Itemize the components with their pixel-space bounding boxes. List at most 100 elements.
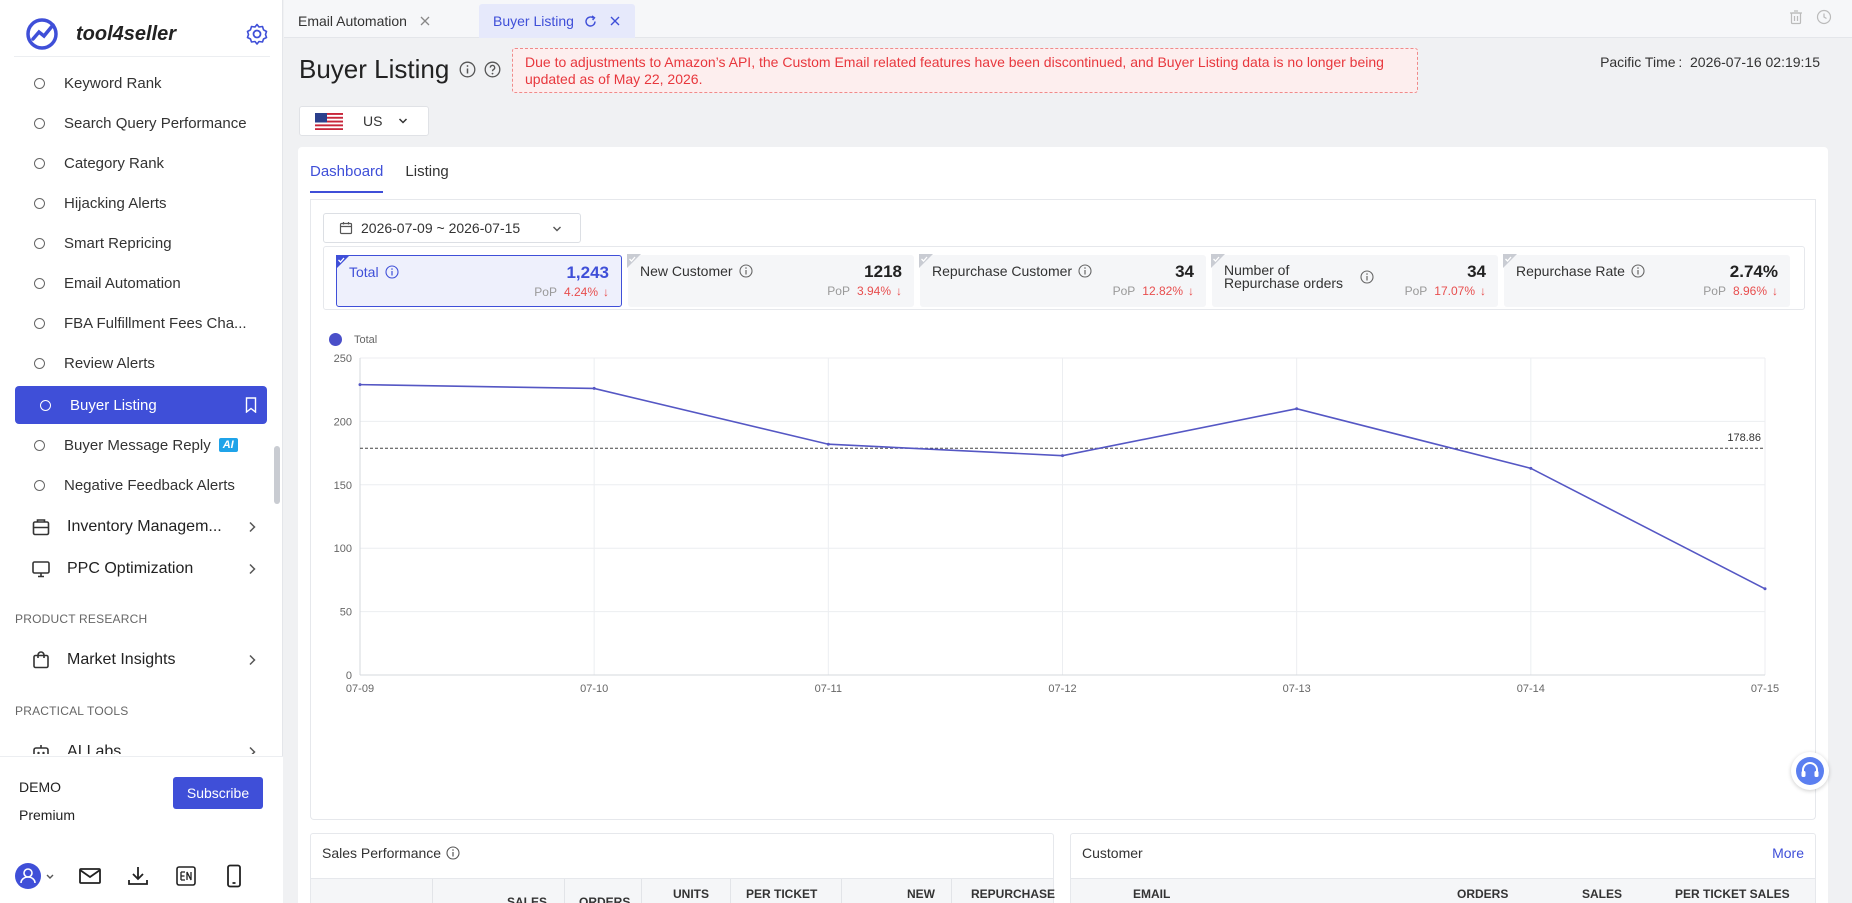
sidebar-item-keyword-rank[interactable]: Keyword Rank bbox=[15, 64, 267, 102]
sales-table-header: SALES ORDERS UNITS PER TICKET NEW REPURC… bbox=[311, 878, 1055, 903]
monitor-icon bbox=[32, 561, 50, 578]
close-icon[interactable] bbox=[609, 15, 621, 27]
gear-icon[interactable] bbox=[245, 22, 269, 46]
account-plan: Premium bbox=[19, 807, 76, 823]
country-select[interactable]: US bbox=[299, 106, 429, 136]
support-button[interactable] bbox=[1791, 752, 1829, 790]
sidebar-item-category-rank[interactable]: Category Rank bbox=[15, 144, 267, 182]
check-icon bbox=[1211, 254, 1225, 268]
sidebar-item-buyer-message-reply[interactable]: Buyer Message Reply AI bbox=[15, 426, 267, 464]
more-link[interactable]: More bbox=[1772, 845, 1804, 861]
metric-new-customer[interactable]: New Customer 1218 PoP 3.94% ↓ bbox=[627, 254, 914, 307]
info-icon[interactable] bbox=[385, 265, 399, 279]
subtab-listing[interactable]: Listing bbox=[405, 159, 448, 193]
download-icon[interactable] bbox=[124, 862, 152, 890]
chevron-down-icon bbox=[399, 118, 408, 124]
chart-legend[interactable]: Total bbox=[329, 333, 377, 346]
language-icon[interactable] bbox=[172, 862, 200, 890]
sidebar-group-inventory[interactable]: Inventory Managem... bbox=[15, 507, 267, 547]
sidebar-group-ai-labs[interactable]: AI Labs bbox=[15, 732, 267, 754]
info-icon[interactable] bbox=[1631, 264, 1645, 278]
circle-icon bbox=[34, 237, 45, 249]
metric-repurchase-orders[interactable]: Number of Repurchase orders 34 PoP 17.07%… bbox=[1211, 254, 1498, 307]
subtab-dashboard[interactable]: Dashboard bbox=[310, 159, 384, 193]
info-icon[interactable] bbox=[446, 846, 460, 860]
sidebar-item-smart-repricing[interactable]: Smart Repricing bbox=[15, 224, 267, 262]
sidebar-group-ppc[interactable]: PPC Optimization bbox=[15, 549, 267, 589]
sidebar-item-fba-fees[interactable]: FBA Fulfillment Fees Cha... bbox=[15, 304, 267, 342]
metric-repurchase-customer[interactable]: Repurchase Customer 34 PoP 12.82% ↓ bbox=[919, 254, 1206, 307]
tab-email-automation[interactable]: Email Automation bbox=[284, 4, 445, 38]
date-range-picker[interactable]: 2026-07-09 ~ 2026-07-15 bbox=[323, 213, 581, 243]
robot-icon bbox=[33, 745, 49, 754]
column-header[interactable]: UNITS bbox=[673, 887, 709, 901]
sidebar-item-review-alerts[interactable]: Review Alerts bbox=[15, 344, 267, 382]
info-icon[interactable] bbox=[459, 61, 476, 78]
metric-total[interactable]: Total 1,243 PoP 4.24% ↓ bbox=[336, 255, 622, 307]
circle-icon bbox=[34, 479, 45, 491]
history-icon[interactable] bbox=[1816, 9, 1832, 25]
sidebar-menu: Keyword Rank Search Query Performance Ca… bbox=[0, 64, 283, 754]
brand-name: tool4seller bbox=[76, 22, 177, 45]
section-practical-tools: PRACTICAL TOOLS bbox=[15, 704, 129, 718]
tab-buyer-listing[interactable]: Buyer Listing bbox=[479, 4, 635, 38]
customer-panel: Customer More EMAIL ORDERS SALES PER TIC… bbox=[1070, 833, 1816, 903]
column-header[interactable]: SALES bbox=[1582, 887, 1622, 901]
y-tick-label: 200 bbox=[334, 416, 352, 428]
arrow-down-icon: ↓ bbox=[1480, 284, 1486, 298]
check-icon bbox=[919, 254, 933, 268]
chevron-right-icon bbox=[249, 521, 256, 533]
sales-performance-title: Sales Performance bbox=[322, 845, 442, 861]
column-header[interactable]: ORDERS bbox=[579, 895, 630, 903]
sidebar-item-email-automation[interactable]: Email Automation bbox=[15, 264, 267, 302]
column-header[interactable]: ORDERS bbox=[1457, 887, 1508, 901]
chevron-right-icon bbox=[249, 654, 256, 666]
circle-icon bbox=[34, 317, 45, 329]
metric-repurchase-rate[interactable]: Repurchase Rate 2.74% PoP 8.96% ↓ bbox=[1503, 254, 1790, 307]
customer-title: Customer bbox=[1082, 845, 1143, 861]
page-title: Buyer Listing bbox=[299, 54, 501, 85]
data-point bbox=[1529, 466, 1533, 470]
arrow-down-icon: ↓ bbox=[1772, 284, 1778, 298]
tab-bar: Email Automation Buyer Listing bbox=[284, 0, 1852, 38]
x-tick-label: 07-09 bbox=[346, 683, 374, 695]
inventory-icon bbox=[32, 519, 50, 536]
info-icon[interactable] bbox=[1360, 270, 1374, 284]
sidebar-item-search-query-performance[interactable]: Search Query Performance bbox=[15, 104, 267, 142]
sidebar-item-hijacking-alerts[interactable]: Hijacking Alerts bbox=[15, 184, 267, 222]
user-avatar-icon[interactable] bbox=[14, 862, 56, 890]
refresh-icon[interactable] bbox=[584, 14, 597, 28]
column-header[interactable]: PER TICKET bbox=[746, 887, 817, 901]
data-point bbox=[826, 442, 830, 446]
data-point bbox=[358, 383, 362, 387]
x-tick-label: 07-13 bbox=[1283, 683, 1311, 695]
column-header[interactable]: REPURCHASE bbox=[971, 887, 1055, 901]
sidebar-scrollbar[interactable] bbox=[274, 446, 280, 504]
account-name: DEMO bbox=[19, 779, 61, 795]
circle-icon bbox=[34, 357, 45, 369]
mobile-icon[interactable] bbox=[220, 862, 248, 890]
sidebar-item-negative-feedback-alerts[interactable]: Negative Feedback Alerts bbox=[15, 466, 267, 504]
info-icon[interactable] bbox=[739, 264, 753, 278]
sidebar-group-market-insights[interactable]: Market Insights bbox=[15, 640, 267, 680]
mail-icon[interactable] bbox=[76, 862, 104, 890]
x-tick-label: 07-10 bbox=[580, 683, 608, 695]
close-icon[interactable] bbox=[419, 15, 431, 27]
bookmark-icon[interactable] bbox=[245, 397, 257, 413]
sidebar-item-buyer-listing[interactable]: Buyer Listing bbox=[15, 386, 267, 424]
metrics-row: Total 1,243 PoP 4.24% ↓ New Customer 1218 … bbox=[323, 246, 1805, 310]
column-header[interactable]: NEW bbox=[907, 887, 935, 901]
circle-icon bbox=[34, 157, 45, 169]
help-icon[interactable] bbox=[484, 61, 501, 78]
customer-table-header: EMAIL ORDERS SALES PER TICKET SALES bbox=[1071, 878, 1815, 903]
x-tick-label: 07-15 bbox=[1751, 683, 1779, 695]
y-tick-label: 250 bbox=[334, 353, 352, 365]
trash-icon[interactable] bbox=[1788, 9, 1804, 25]
column-header[interactable]: PER TICKET SALES bbox=[1675, 887, 1790, 901]
y-tick-label: 50 bbox=[340, 607, 352, 619]
subscribe-button[interactable]: Subscribe bbox=[173, 777, 263, 809]
data-point bbox=[1295, 407, 1299, 411]
info-icon[interactable] bbox=[1078, 264, 1092, 278]
column-header[interactable]: EMAIL bbox=[1133, 887, 1170, 901]
column-header[interactable]: SALES bbox=[507, 895, 547, 903]
